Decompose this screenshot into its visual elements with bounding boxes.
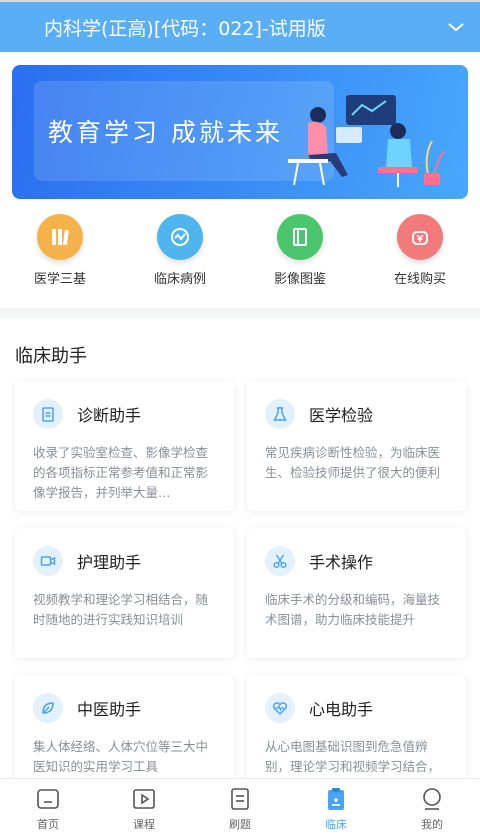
tab-label: 我的 (421, 818, 443, 831)
tab-label: 刷题 (229, 818, 251, 831)
card-title: 医学检验 (309, 406, 374, 425)
tab-label: 首页 (37, 818, 59, 831)
card-description: 视频教学和理论学习相结合，随时随地的进行实践知识培训 (33, 592, 209, 627)
card-title: 诊断助手 (77, 406, 142, 425)
card-title: 中医助手 (77, 700, 142, 719)
tab-clinical[interactable]: 临床 (288, 779, 384, 836)
money-bag-icon (397, 214, 443, 260)
section-title: 临床助手 (15, 346, 87, 367)
chevron-down-icon[interactable] (446, 17, 466, 37)
heart-pulse-icon (265, 693, 295, 723)
card-diagnosis[interactable]: 诊断助手 收录了实验室检查、影像学检查的各项指标正常参考值和正常影像学报告，并列… (15, 381, 234, 511)
scissors-icon (265, 546, 295, 576)
card-description: 临床手术的分级和编码，海量技术图谱，助力临床技能提升 (265, 592, 441, 627)
banner-slogan: 教育学习 成就未来 (48, 118, 283, 147)
tab-home[interactable]: 首页 (0, 779, 96, 836)
video-camera-icon (33, 546, 63, 576)
quick-link-imaging[interactable]: 影像图鉴 (240, 214, 360, 294)
card-nursing[interactable]: 护理助手 视频教学和理论学习相结合，随时随地的进行实践知识培训 (15, 528, 234, 658)
tab-practice[interactable]: 刷题 (192, 779, 288, 836)
bottom-tab-bar: 首页 课程 刷题 临床 我的 (0, 778, 480, 836)
quick-link-basics[interactable]: 医学三基 (0, 214, 120, 294)
card-description: 收录了实验室检查、影像学检查的各项指标正常参考值和正常影像学报告，并列举大量… (33, 445, 209, 500)
book-icon (277, 214, 323, 260)
flask-icon (265, 399, 295, 429)
card-description: 常见疾病诊断性检验，为临床医生、检验技师提供了很大的便利 (265, 445, 441, 480)
course-title[interactable]: 内科学(正高)[代码：022]-试用版 (44, 14, 446, 41)
card-description: 集人体经络、人体穴位等三大中医知识的实用学习工具 (33, 739, 209, 774)
quick-link-purchase[interactable]: 在线购买 (360, 214, 480, 294)
card-surgery[interactable]: 手术操作 临床手术的分级和编码，海量技术图谱，助力临床技能提升 (247, 528, 466, 658)
quick-link-label: 在线购买 (393, 272, 446, 287)
card-title: 手术操作 (309, 553, 374, 572)
leaf-icon (33, 693, 63, 723)
quick-links: 医学三基 临床病例 影像图鉴 在线购买 (0, 214, 480, 294)
user-icon (423, 788, 441, 810)
tab-profile[interactable]: 我的 (384, 779, 480, 836)
tab-label: 课程 (133, 818, 155, 831)
card-lab-test[interactable]: 医学检验 常见疾病诊断性检验，为临床医生、检验技师提供了很大的便利 (247, 381, 466, 511)
quick-link-label: 医学三基 (33, 272, 86, 287)
tab-courses[interactable]: 课程 (96, 779, 192, 836)
card-title: 心电助手 (309, 700, 374, 719)
study-illustration (288, 95, 445, 187)
promo-banner[interactable]: 教育学习 成就未来 (12, 65, 468, 199)
card-title: 护理助手 (77, 553, 142, 572)
home-icon (37, 789, 59, 809)
header-bar[interactable]: 内科学(正高)[代码：022]-试用版 (0, 0, 480, 52)
quick-link-cases[interactable]: 临床病例 (120, 214, 240, 294)
clipboard-icon (33, 399, 63, 429)
chart-icon (157, 214, 203, 260)
quick-link-label: 影像图鉴 (273, 272, 326, 287)
clinical-clipboard-icon (328, 788, 344, 810)
quick-link-label: 临床病例 (153, 272, 206, 287)
clinical-assistant-section: 临床助手 诊断助手 收录了实验室检查、影像学检查的各项指标正常参考值和正常影像学… (0, 318, 480, 805)
tab-label: 临床 (325, 818, 347, 831)
document-icon (231, 788, 249, 810)
books-icon (37, 214, 83, 260)
top-panel: 教育学习 成就未来 医学三基 临床病例 影像图鉴 在线购买 (0, 52, 480, 308)
play-icon (133, 789, 155, 809)
